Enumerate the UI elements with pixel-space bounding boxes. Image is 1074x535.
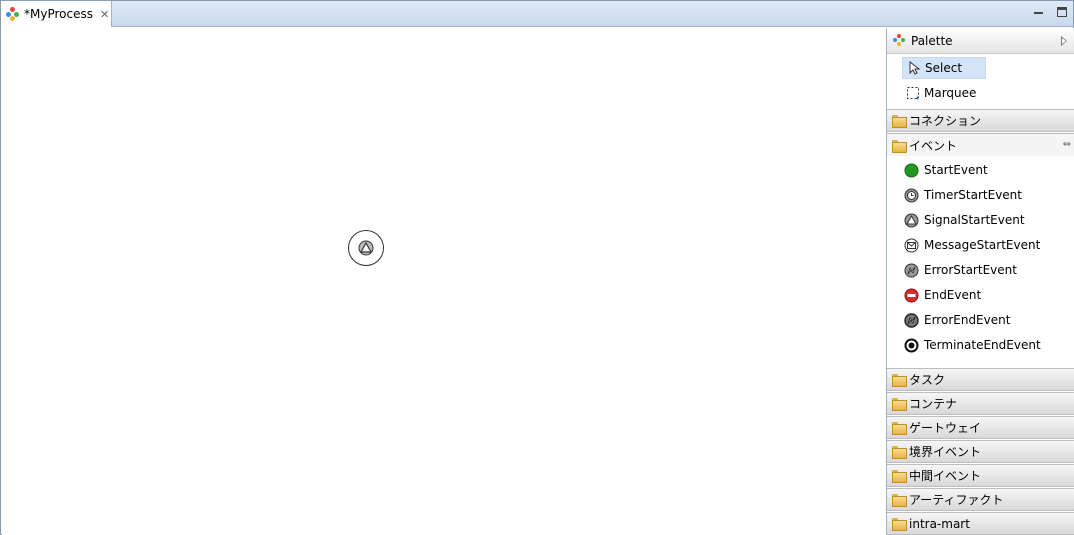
entry-error-start-event[interactable]: ErrorStartEvent — [904, 260, 1017, 280]
entry-terminate-end-event[interactable]: TerminateEndEvent — [904, 335, 1041, 355]
terminate-end-event-icon — [904, 338, 919, 352]
folder-icon — [892, 374, 907, 387]
editor-window: *MyProcess ✕ Palette Select Marquee コネクシ… — [0, 0, 1074, 535]
error-start-event-icon — [904, 263, 919, 277]
palette-panel: Palette Select Marquee コネクション イベント ⇔ Sta… — [886, 28, 1074, 535]
message-start-event-icon — [904, 238, 919, 252]
folder-open-icon — [892, 139, 907, 153]
drawer-connection[interactable]: コネクション — [887, 109, 1074, 132]
drawer-boundary-event[interactable]: 境界イベント — [887, 440, 1074, 463]
maximize-icon[interactable] — [1057, 7, 1067, 17]
entry-label: ErrorEndEvent — [924, 313, 1011, 327]
drawer-intermediate-event[interactable]: 中間イベント — [887, 464, 1074, 487]
folder-icon — [892, 398, 907, 411]
editor-tab-bar: *MyProcess ✕ — [1, 1, 1073, 27]
palette-icon — [893, 34, 906, 47]
drawer-label: コンテナ — [909, 397, 958, 411]
entry-timer-start-event[interactable]: TimerStartEvent — [904, 185, 1022, 205]
signal-start-event-icon — [904, 213, 919, 227]
diagram-canvas[interactable] — [2, 28, 886, 535]
drawer-label: 中間イベント — [909, 469, 982, 483]
marquee-icon — [906, 86, 920, 100]
entry-label: SignalStartEvent — [924, 213, 1025, 227]
tool-select[interactable]: Select — [902, 57, 986, 79]
entry-label: EndEvent — [924, 288, 982, 302]
drawer-container[interactable]: コンテナ — [887, 392, 1074, 415]
collapse-arrow-icon[interactable] — [1061, 36, 1067, 46]
pin-icon[interactable]: ⇔ — [1063, 139, 1071, 150]
drawer-artifact[interactable]: アーティファクト — [887, 488, 1074, 511]
folder-icon — [892, 115, 907, 128]
arrow-pointer-icon — [907, 60, 921, 75]
folder-icon — [892, 446, 907, 459]
drawer-label: ゲートウェイ — [909, 421, 982, 435]
signal-icon — [358, 240, 374, 256]
tool-marquee[interactable]: Marquee — [902, 82, 986, 104]
tab-title: *MyProcess — [24, 7, 93, 21]
tab-myprocess[interactable]: *MyProcess ✕ — [1, 1, 112, 27]
drawer-label: イベント — [909, 138, 958, 153]
drawer-label: タスク — [909, 373, 946, 387]
entry-error-end-event[interactable]: ErrorEndEvent — [904, 310, 1010, 330]
folder-icon — [892, 494, 907, 507]
folder-icon — [892, 422, 907, 435]
entry-start-event[interactable]: StartEvent — [904, 160, 988, 180]
drawer-label: アーティファクト — [909, 493, 1004, 507]
entry-end-event[interactable]: EndEvent — [904, 285, 981, 305]
palette-title: Palette — [911, 33, 953, 48]
entry-label: ErrorStartEvent — [924, 263, 1017, 277]
entry-signal-start-event[interactable]: SignalStartEvent — [904, 210, 1025, 230]
entry-message-start-event[interactable]: MessageStartEvent — [904, 235, 1040, 255]
entry-label: TimerStartEvent — [924, 188, 1022, 202]
palette-header[interactable]: Palette — [887, 28, 1074, 54]
drawer-label: intra-mart — [909, 516, 970, 531]
close-icon[interactable]: ✕ — [100, 8, 109, 21]
error-end-event-icon — [904, 312, 919, 328]
drawer-event[interactable]: イベント ⇔ — [887, 133, 1074, 156]
entry-label: TerminateEndEvent — [924, 338, 1041, 352]
drawer-intra-mart[interactable]: intra-mart — [887, 512, 1074, 535]
minimize-icon[interactable] — [1034, 7, 1044, 17]
drawer-gateway[interactable]: ゲートウェイ — [887, 416, 1074, 439]
folder-icon — [892, 518, 907, 531]
entry-label: StartEvent — [924, 163, 988, 177]
folder-icon — [892, 470, 907, 483]
drawer-label: 境界イベント — [909, 445, 982, 459]
process-icon — [6, 7, 20, 21]
drawer-task[interactable]: タスク — [887, 368, 1074, 391]
tool-marquee-label: Marquee — [924, 86, 977, 100]
signal-start-event-node[interactable] — [348, 230, 384, 266]
entry-label: MessageStartEvent — [924, 238, 1041, 252]
start-event-icon — [904, 163, 919, 177]
tool-select-label: Select — [925, 61, 963, 75]
timer-start-event-icon — [904, 188, 919, 202]
drawer-label: コネクション — [909, 114, 982, 128]
end-event-icon — [904, 288, 919, 302]
